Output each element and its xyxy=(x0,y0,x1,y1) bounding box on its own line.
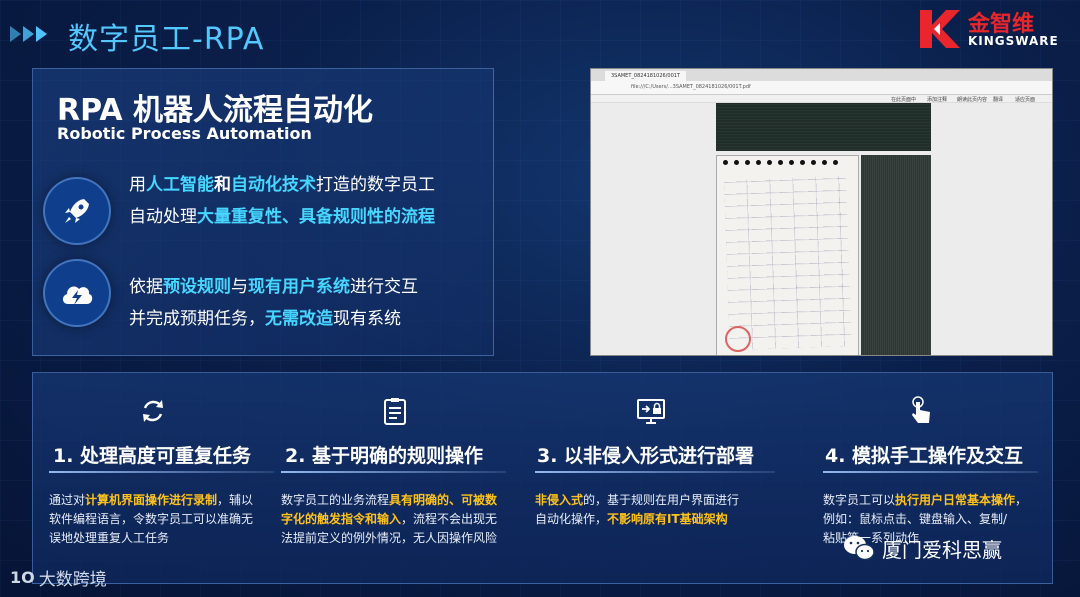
scanned-page-dark xyxy=(716,103,931,151)
scanned-receipt xyxy=(716,155,859,355)
browser-address-bar: file:///C:/Users/...3SAMET_0824181026/00… xyxy=(591,81,1052,95)
rpa-demo-screenshot: 3SAMET_0824181026/001T file:///C:/Users/… xyxy=(590,68,1053,356)
pdf-tool: 添加注释 xyxy=(927,97,948,103)
watermark-text: 大数跨境 xyxy=(38,570,107,590)
browser-tab-bar: 3SAMET_0824181026/001T xyxy=(591,69,1052,81)
kingsware-k-icon xyxy=(920,10,960,48)
header: 数字员工-RPA 金智维 KINGSWARE xyxy=(0,0,1080,66)
feature-rules: 2. 基于明确的规则操作 数字员工的业务流程具有明确的、可被数 字化的触发指令和… xyxy=(281,373,521,585)
pdf-tool: 朗读此页内容 xyxy=(957,97,988,103)
browser-url: file:///C:/Users/...3SAMET_0824181026/00… xyxy=(631,84,751,90)
pdf-toolbar: 在此页面中 添加注释 朗读此页内容 翻译 适应页面 xyxy=(591,95,1052,103)
feature2-line1: 依据预设规则与现有用户系统进行交互 xyxy=(129,277,418,297)
intro-title: RPA 机器人流程自动化 xyxy=(57,93,373,128)
brand-logo: 金智维 KINGSWARE xyxy=(918,6,1068,52)
page-title: 数字员工-RPA xyxy=(68,22,265,57)
pdf-tool: 适应页面 xyxy=(1015,97,1036,103)
rpa-intro-panel: RPA 机器人流程自动化 Robotic Process Automation … xyxy=(32,68,494,356)
pdf-tool: 翻译 xyxy=(993,97,1004,103)
feature2-line2: 并完成预期任务，无需改造现有系统 xyxy=(129,309,401,329)
watermark-wechat: 厦门爱科思赢 xyxy=(842,533,1002,563)
pdf-viewer xyxy=(591,103,1052,355)
browser-tab: 3SAMET_0824181026/001T xyxy=(605,71,686,81)
red-stamp xyxy=(725,326,751,352)
feature-description: 非侵入式的，基于规则在用户界面进行 自动化操作，不影响原有IT基础架构 xyxy=(535,493,740,526)
chevrons-icon xyxy=(10,26,47,42)
feature-repeatable: 1. 处理高度可重复任务 通过对计算机界面操作进行录制，辅以 软件编程语言，令数… xyxy=(49,373,289,585)
cloud-lightning-icon xyxy=(43,259,111,327)
watermark-logo: 1O xyxy=(10,568,35,587)
rocket-icon xyxy=(43,177,111,245)
feature1-line1: 用人工智能和自动化技术打造的数字员工 xyxy=(129,175,435,195)
watermark-dashukuajing: 1O 大数跨境 xyxy=(10,565,107,590)
monitor-lock-icon xyxy=(637,399,665,424)
feature-title: 2. 基于明确的规则操作 xyxy=(285,445,484,467)
scanned-page-dark-side xyxy=(861,155,931,355)
feature-description: 数字员工的业务流程具有明确的、可被数 字化的触发指令和输入，流程不会出现无 法提… xyxy=(281,493,498,545)
feature1-line2: 自动处理大量重复性、具备规则性的流程 xyxy=(129,207,435,227)
watermark-text: 厦门爱科思赢 xyxy=(882,537,1002,562)
pdf-tool: 在此页面中 xyxy=(891,97,917,103)
feature-title: 1. 处理高度可重复任务 xyxy=(53,445,252,467)
checklist-icon xyxy=(384,398,406,425)
brand-name-en: KINGSWARE xyxy=(968,34,1059,48)
refresh-icon xyxy=(143,400,163,422)
feature-noninvasive: 3. 以非侵入形式进行部署 非侵入式的，基于规则在用户界面进行 自动化操作，不影… xyxy=(535,373,785,585)
feature-title: 3. 以非侵入形式进行部署 xyxy=(537,445,755,467)
intro-subtitle: Robotic Process Automation xyxy=(57,124,312,143)
hand-tap-icon xyxy=(912,396,930,423)
feature-description: 通过对计算机界面操作进行录制，辅以 软件编程语言，令数字员工可以准确无 误地处理… xyxy=(49,493,254,545)
feature-title: 4. 模拟手工操作及交互 xyxy=(825,445,1024,467)
wechat-icon xyxy=(844,536,875,561)
